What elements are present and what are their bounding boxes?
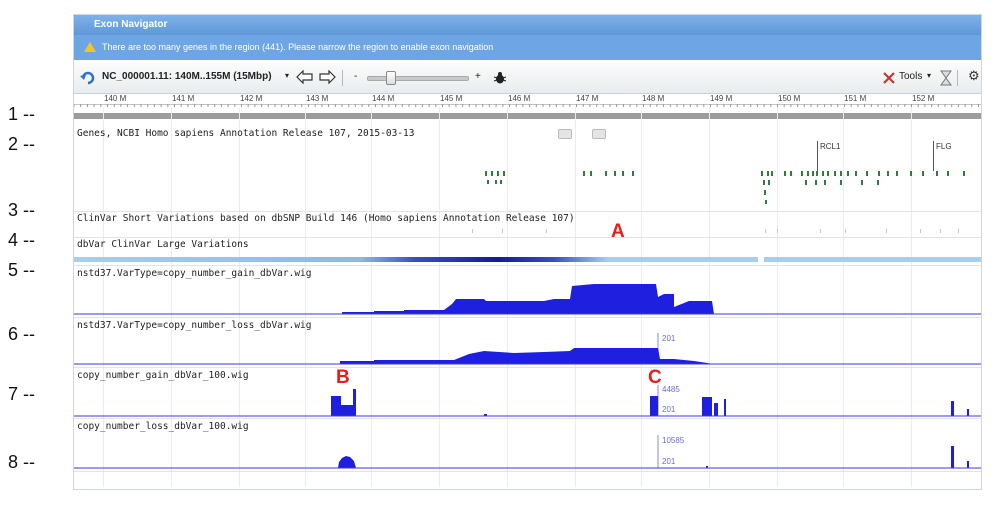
ruler-tick-label: 151 M (844, 94, 867, 103)
track-separator (74, 317, 981, 318)
ruler-tick-label: 149 M (710, 94, 733, 103)
track-separator (74, 367, 981, 368)
gain100-signal (74, 385, 981, 417)
forward-arrow-icon[interactable] (318, 70, 336, 84)
ruler-tick-label: 147 M (576, 94, 599, 103)
back-arrow-icon[interactable] (296, 70, 314, 84)
row-number-3: 3 -- (8, 200, 35, 220)
row-number-4: 4 -- (8, 230, 35, 250)
toolbar: NC_000001.11: 140M..155M (15Mbp) ▾ - + T… (74, 63, 981, 94)
loss100-signal (74, 435, 981, 469)
tools-menu[interactable]: Tools (899, 71, 922, 82)
gain-wig-signal (74, 284, 981, 315)
zoom-in-button[interactable]: + (475, 71, 481, 82)
toolbar-divider (342, 70, 343, 86)
ruler-tick-label: 145 M (440, 94, 463, 103)
exon-navigator-title: Exon Navigator (74, 15, 981, 35)
loss100-track-label: copy_number_loss_dbVar_100.wig (77, 421, 249, 432)
genome-viewer: Exon Navigator There are too many genes … (73, 14, 982, 490)
track-separator (74, 418, 981, 419)
ruler-tick-label: 152 M (912, 94, 935, 103)
gene-label-rcl1[interactable]: RCL1 (820, 142, 840, 151)
clinvar-track-label: ClinVar Short Variations based on dbSNP … (77, 213, 575, 224)
tools-icon[interactable] (882, 71, 896, 85)
chromosome-overview-bar (74, 113, 981, 119)
settings-gear-icon[interactable]: ⚙ (968, 68, 980, 84)
ruler-tick-label: 150 M (778, 94, 801, 103)
clinvar-features (472, 229, 959, 233)
gain100-track-label: copy_number_gain_dbVar_100.wig (77, 370, 249, 381)
ruler-tick-label: 141 M (172, 94, 195, 103)
ruler-tick-label: 143 M (306, 94, 329, 103)
warning-icon (84, 42, 96, 52)
reload-icon[interactable] (80, 71, 96, 85)
gene-features (485, 171, 965, 204)
track-separator (74, 471, 981, 472)
ruler-tick-label: 146 M (508, 94, 531, 103)
loss-wig-signal (74, 333, 981, 365)
ruler-tick-label: 140 M (104, 94, 127, 103)
marker-a: A (611, 221, 625, 242)
coordinate-ruler: 140 M 141 M 142 M 143 M 144 M 145 M 146 … (74, 94, 981, 122)
row-number-8: 8 -- (8, 452, 35, 472)
tools-chevron-icon[interactable]: ▾ (927, 71, 931, 80)
dbvar-features (74, 257, 981, 262)
row-number-5: 5 -- (8, 260, 35, 280)
ruler-tick-label: 144 M (372, 94, 395, 103)
track-config-button[interactable] (592, 129, 606, 139)
ruler-ticks (74, 104, 981, 119)
ruler-tick-label: 142 M (240, 94, 263, 103)
row-number-2: 2 -- (8, 134, 35, 154)
track-collapse-button[interactable] (558, 129, 572, 139)
row-number-7: 7 -- (8, 384, 35, 404)
warning-banner: There are too many genes in the region (… (74, 35, 981, 60)
zoom-out-button[interactable]: - (354, 71, 357, 82)
zoom-slider[interactable] (367, 76, 469, 81)
chevron-down-icon[interactable]: ▾ (285, 71, 289, 80)
genes-track-label: Genes, NCBI Homo sapiens Annotation Rele… (77, 128, 415, 139)
bug-icon[interactable] (492, 71, 508, 84)
hourglass-icon[interactable] (940, 70, 952, 86)
ruler-tick-label: 148 M (642, 94, 665, 103)
row-number-1: 1 -- (8, 104, 35, 124)
gene-label-flg[interactable]: FLG (936, 142, 952, 151)
toolbar-divider-2 (957, 70, 958, 86)
track-separator (74, 211, 981, 212)
region-selector[interactable]: NC_000001.11: 140M..155M (15Mbp) (102, 71, 272, 82)
row-number-6: 6 -- (8, 324, 35, 344)
warning-text: There are too many genes in the region (… (102, 42, 494, 52)
dbvar-track-label: dbVar ClinVar Large Variations (77, 239, 249, 250)
zoom-slider-handle[interactable] (386, 71, 396, 85)
track-separator (74, 265, 981, 266)
track-separator (74, 237, 981, 238)
